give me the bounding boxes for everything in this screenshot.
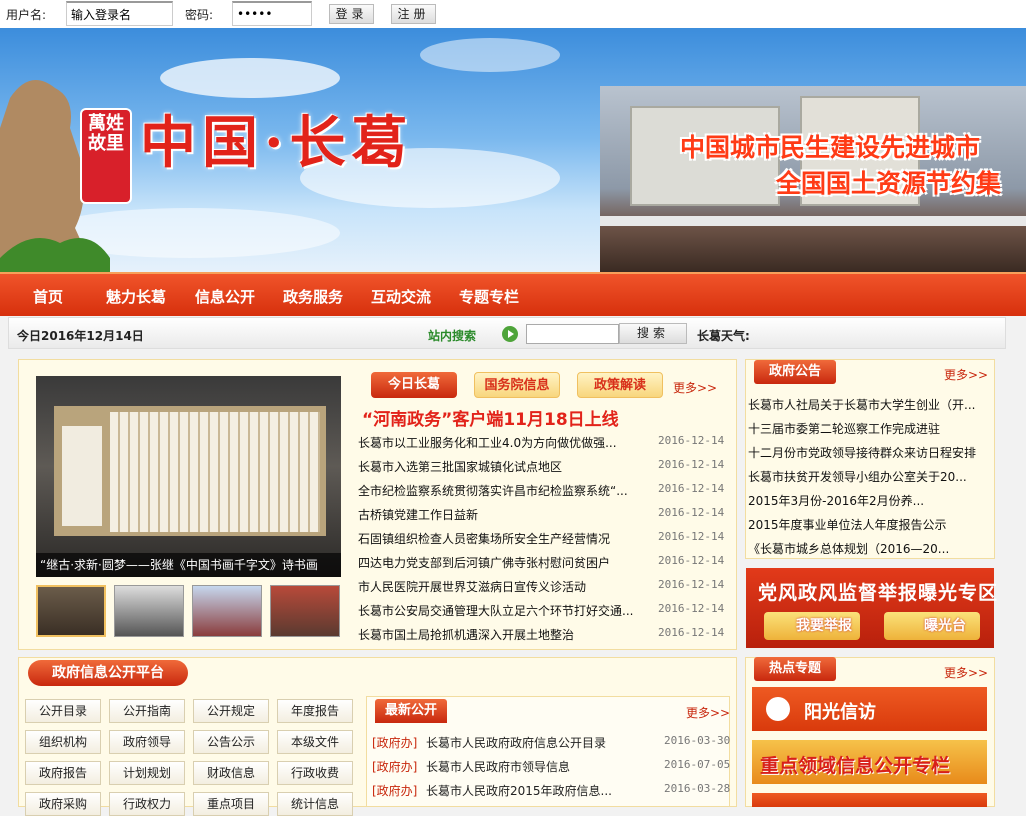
notice-title: 政府公告 [754,360,836,384]
exposure-button[interactable]: 曝光台 [884,612,980,640]
search-button[interactable]: 搜索 [619,323,687,344]
login-button[interactable]: 登录 [329,4,374,24]
username-label: 用户名: [6,8,47,22]
btn-procurement[interactable]: 政府采购 [25,792,101,816]
slide-thumb-1[interactable] [36,585,106,637]
password-input[interactable] [232,1,312,26]
nav-interact[interactable]: 互动交流 [371,286,431,307]
latest-row-2[interactable]: [政府办] 长葛市人民政府市领导信息 2016-07-05 [372,758,730,775]
weather-label: 长葛天气: [697,329,750,343]
megaphone-icon [766,697,790,721]
key-areas-banner[interactable]: 重点领域信息公开专栏 [752,740,987,784]
slide-caption: “继古·求新·圆梦——张继《中国书画千字文》诗书画 [36,553,341,577]
slogan-1: 中国城市民生建设先进城市 [680,133,981,162]
latest-title: 最新公开 [375,699,447,723]
slide-thumb-4[interactable] [270,585,340,637]
notice-item[interactable]: 《长葛市城乡总体规划（2016—20... [748,540,949,557]
password-label: 密码: [185,8,214,22]
nav-service[interactable]: 政务服务 [283,286,343,307]
btn-plans[interactable]: 计划规划 [109,761,185,785]
main-nav: 首页 魅力长葛 信息公开 政务服务 互动交流 专题专栏 [0,272,1026,316]
btn-finance[interactable]: 财政信息 [193,761,269,785]
btn-projects[interactable]: 重点项目 [193,792,269,816]
nav-special[interactable]: 专题专栏 [459,286,519,307]
nav-home[interactable]: 首页 [33,286,63,307]
report-title: 党风政风监督举报曝光专区 [758,582,999,604]
notice-item[interactable]: 2015年3月份-2016年2月份养... [748,492,924,509]
headline[interactable]: “河南政务”客户端11月18日上线 [362,405,619,430]
slide-thumb-3[interactable] [192,585,262,637]
slide-image [54,406,326,536]
btn-reports[interactable]: 政府报告 [25,761,101,785]
sunshine-petition-banner[interactable]: 阳光信访 [752,687,987,731]
btn-power[interactable]: 行政权力 [109,792,185,816]
tab-today[interactable]: 今日长葛 [371,372,457,398]
btn-org[interactable]: 组织机构 [25,730,101,754]
site-search-input[interactable] [526,324,619,344]
notice-item[interactable]: 长葛市人社局关于长葛市大学生创业（开... [748,396,975,413]
banner: 萬姓故里 中国·长葛 中国城市民生建设先进城市 全国国土资源节约集 [0,28,1026,272]
latest-more-link[interactable]: 更多>> [686,704,730,721]
btn-guide[interactable]: 公开指南 [109,699,185,723]
slide-thumb-2[interactable] [114,585,184,637]
btn-annual[interactable]: 年度报告 [277,699,353,723]
date-bar: 今日2016年12月14日 站内搜索 搜索 长葛天气: [8,317,1006,349]
go-arrow-icon [502,326,518,342]
news-slideshow[interactable]: “继古·求新·圆梦——张继《中国书画千字文》诗书画 [36,376,341,577]
report-banner[interactable]: 党风政风监督举报曝光专区 我要举报 曝光台 [746,568,997,648]
btn-rules[interactable]: 公开规定 [193,699,269,723]
notice-item[interactable]: 长葛市扶贫开发领导小组办公室关于20... [748,468,967,485]
notice-item[interactable]: 十三届市委第二轮巡察工作完成进驻 [748,420,940,437]
hot-banner-3[interactable] [752,793,987,807]
btn-stats[interactable]: 统计信息 [277,792,353,816]
hot-title: 热点专题 [754,657,836,681]
btn-notices[interactable]: 公告公示 [193,730,269,754]
search-label: 站内搜索 [428,329,477,343]
slogan-2: 全国国土资源节约集 [776,169,1002,198]
latest-row-3[interactable]: [政府办] 长葛市人民政府2015年政府信息... 2016-03-28 [372,782,730,799]
btn-catalog[interactable]: 公开目录 [25,699,101,723]
notice-item[interactable]: 十二月份市党政领导接待群众来访日程安排 [748,444,976,461]
seal-logo: 萬姓故里 [82,110,130,202]
login-bar: 用户名: 密码: 登录 注册 [0,0,1026,28]
news-more-link[interactable]: 更多>> [673,379,717,396]
today-date: 今日2016年12月14日 [17,329,144,343]
notice-more-link[interactable]: 更多>> [944,366,988,383]
nav-info[interactable]: 信息公开 [195,286,255,307]
tab-state-council[interactable]: 国务院信息 [474,372,560,398]
report-button[interactable]: 我要举报 [764,612,860,640]
notice-item[interactable]: 2015年度事业单位法人年度报告公示 [748,516,947,533]
btn-leaders[interactable]: 政府领导 [109,730,185,754]
nav-charm[interactable]: 魅力长葛 [106,286,166,307]
tab-policy[interactable]: 政策解读 [577,372,663,398]
btn-docs[interactable]: 本级文件 [277,730,353,754]
site-title: 中国·长葛 [140,110,414,176]
username-input[interactable] [66,1,173,26]
register-button[interactable]: 注册 [391,4,436,24]
latest-row-1[interactable]: [政府办] 长葛市人民政府政府信息公开目录 2016-03-30 [372,734,730,751]
hot-more-link[interactable]: 更多>> [944,664,988,681]
govinfo-title: 政府信息公开平台 [28,660,188,686]
btn-fees[interactable]: 行政收费 [277,761,353,785]
